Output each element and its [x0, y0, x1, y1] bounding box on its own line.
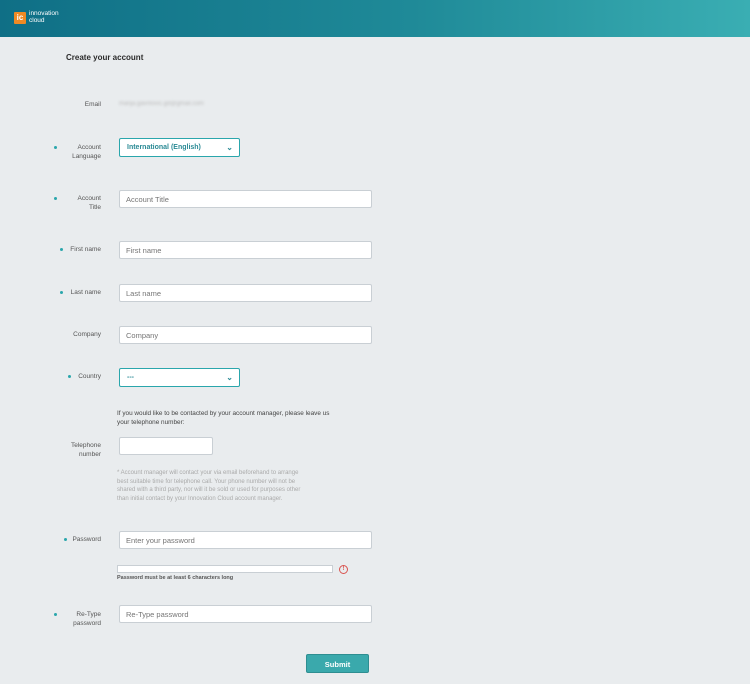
telephone-note-line1: * Account manager will contact your via …: [117, 470, 299, 476]
country-select[interactable]: --- ⌄: [119, 368, 240, 387]
account-language-label-line1: Account: [77, 144, 102, 151]
telephone-note-line4: than initial contact by your Innovation …: [117, 495, 283, 502]
account-title-label: Account Title: [55, 194, 102, 212]
account-language-label-line2: Language: [72, 153, 101, 160]
retype-password-input[interactable]: [119, 605, 372, 623]
password-input[interactable]: [119, 531, 372, 549]
password-label: Password: [72, 536, 101, 543]
account-language-select[interactable]: International (English) ⌄: [119, 138, 240, 157]
logo-text: innovation cloud: [29, 10, 59, 24]
logo-icon: ic: [14, 11, 26, 24]
page-title: Create your account: [66, 53, 144, 62]
first-name-input[interactable]: [119, 241, 372, 259]
telephone-intro-line2: your telephone number:: [117, 418, 185, 426]
account-title-label-line2: Title: [88, 204, 101, 211]
password-strength-bar: [117, 565, 333, 573]
telephone-input[interactable]: [119, 437, 213, 455]
telephone-intro: If you would like to be contacted by you…: [117, 410, 377, 427]
account-title-input[interactable]: [119, 190, 372, 208]
email-value: marija.gavrilovic.gd@gmail.com: [119, 101, 204, 107]
telephone-note-line2: best suitable time for telephone call. Y…: [117, 478, 296, 485]
retype-password-label: Re-Type password: [55, 610, 101, 628]
telephone-label-line2: number: [78, 451, 101, 458]
password-hint: Password must be at least 6 characters l…: [117, 575, 234, 581]
telephone-note: * Account manager will contact your via …: [117, 469, 357, 503]
account-title-label-line1: Account: [77, 195, 102, 202]
last-name-label: Last name: [70, 289, 101, 296]
account-language-value: International (English): [127, 144, 201, 151]
submit-button[interactable]: Submit: [306, 654, 369, 673]
chevron-down-icon: ⌄: [226, 143, 233, 152]
retype-password-label-line2: password: [73, 620, 101, 627]
last-name-input[interactable]: [119, 284, 372, 302]
chevron-down-icon: ⌄: [226, 373, 233, 382]
telephone-label-line1: Telephone: [71, 442, 101, 449]
telephone-label: Telephone number: [55, 441, 101, 459]
country-value: ---: [127, 374, 134, 381]
account-language-label: Account Language: [55, 143, 101, 161]
warning-icon: !: [339, 565, 348, 574]
telephone-note-line3: shared with a third party, nor will it b…: [117, 487, 301, 494]
first-name-label: First name: [70, 246, 101, 253]
company-label: Company: [73, 331, 101, 338]
top-header: ic innovation cloud: [0, 0, 750, 37]
retype-password-label-line1: Re-Type: [76, 611, 101, 618]
innovation-cloud-logo[interactable]: ic innovation cloud: [14, 10, 59, 24]
logo-text-line2: cloud: [29, 16, 45, 24]
company-input[interactable]: [119, 326, 372, 344]
country-label: Country: [78, 373, 101, 380]
telephone-intro-line1: If you would like to be contacted by you…: [117, 410, 330, 417]
email-label: Email: [84, 101, 101, 108]
